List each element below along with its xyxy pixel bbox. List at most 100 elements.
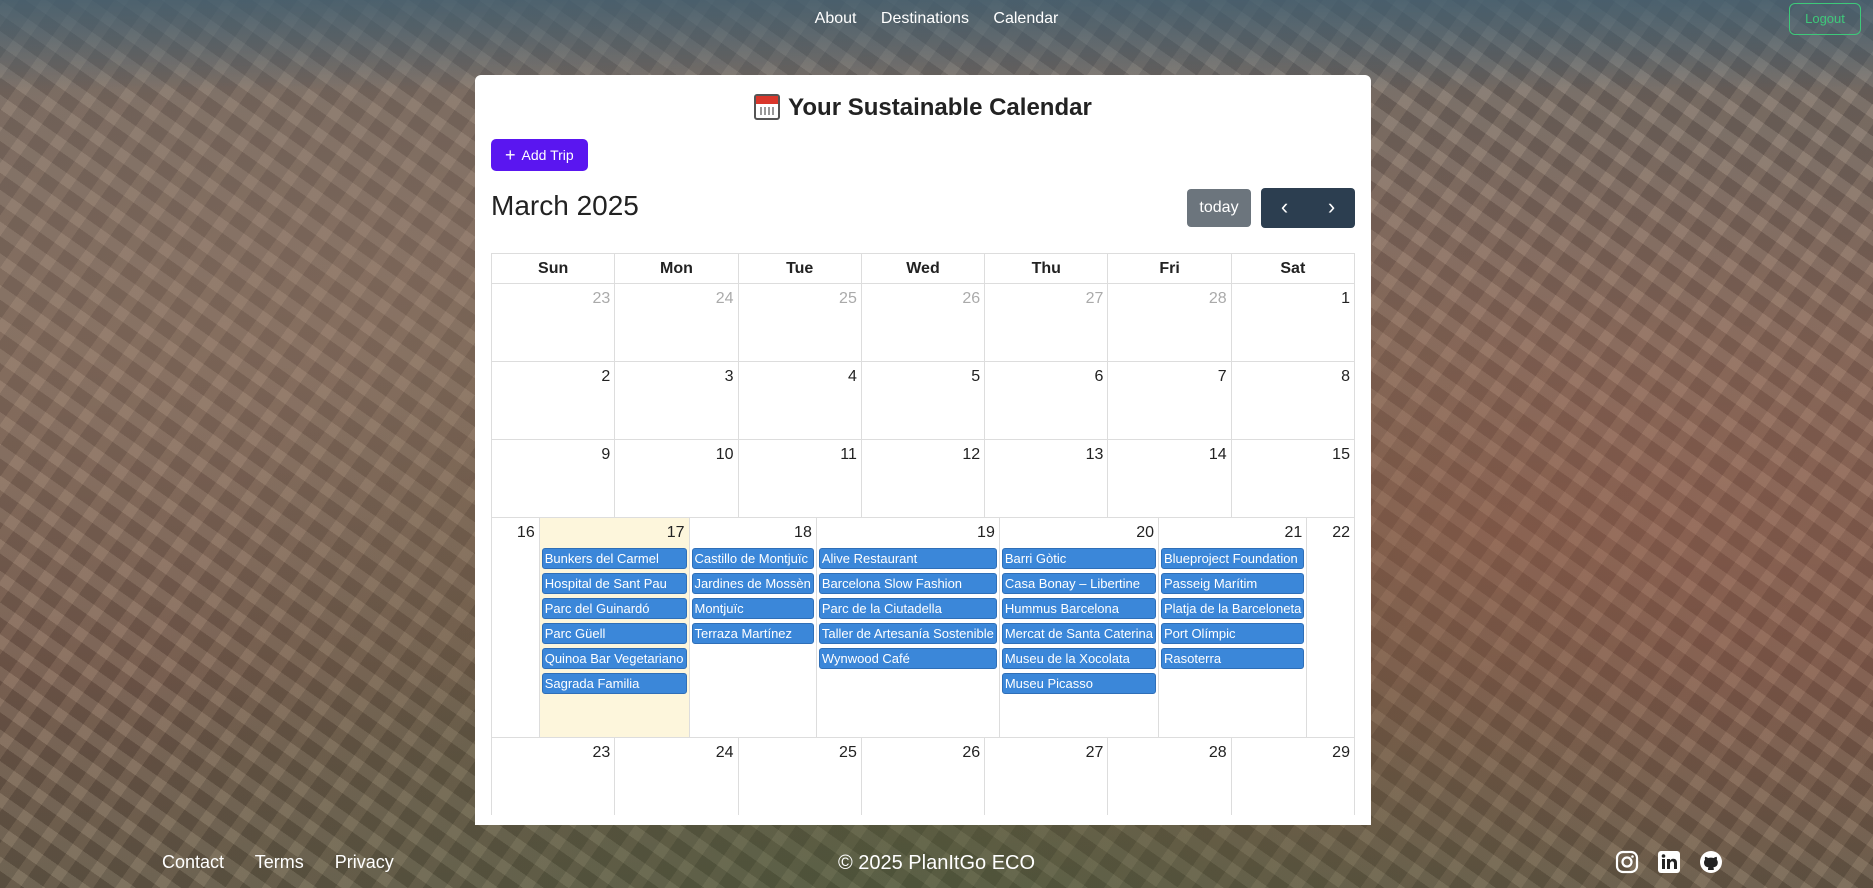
calendar-event[interactable]: Alive Restaurant [818,548,997,569]
calendar-event[interactable]: Rasoterra [1160,648,1305,669]
day-number: 16 [516,524,535,541]
linkedin-icon[interactable] [1657,850,1681,874]
calendar-event[interactable]: Casa Bonay – Libertine [1001,573,1156,594]
day-cell[interactable]: 3 [615,362,739,439]
day-number: 28 [1208,290,1227,307]
nav-about[interactable]: About [815,10,857,27]
instagram-icon[interactable] [1615,850,1639,874]
nav-destinations[interactable]: Destinations [881,10,969,27]
calendar-icon [754,94,781,120]
page-title: Your Sustainable Calendar [475,92,1371,124]
calendar-event[interactable]: Port Olímpic [1160,623,1305,644]
day-cell[interactable]: 28 [1108,284,1232,361]
weekday-wed: Wed [862,254,986,283]
calendar-event[interactable]: Blueproject Foundation [1160,548,1305,569]
calendar-event[interactable]: Taller de Artesanía Sostenible [818,623,997,644]
day-cell[interactable]: 26 [862,738,986,815]
calendar-event[interactable]: Hummus Barcelona [1001,598,1156,619]
month-nav-group: ‹ › [1261,188,1355,228]
calendar-event[interactable]: Bunkers del Carmel [541,548,687,569]
day-cell[interactable]: 20 Barri Gòtic Casa Bonay – Libertine Hummu… [1000,518,1159,737]
day-cell[interactable]: 10 [615,440,739,517]
chevron-right-icon[interactable]: › [1308,188,1355,228]
day-cell[interactable]: 9 [492,440,616,517]
day-cell[interactable]: 15 [1232,440,1354,517]
day-cell[interactable]: 14 [1108,440,1232,517]
chevron-left-icon[interactable]: ‹ [1261,188,1308,228]
github-icon[interactable] [1699,850,1723,874]
day-number: 25 [839,290,857,307]
calendar-event[interactable]: Quinoa Bar Vegetariano [541,648,687,669]
calendar-event[interactable]: Museu de la Xocolata [1001,648,1156,669]
day-cell[interactable]: 25 [739,284,862,361]
day-cell[interactable]: 25 [739,738,862,815]
day-cell[interactable]: 29 [1232,738,1354,815]
day-number: 28 [1208,744,1227,761]
day-number: 18 [794,524,812,541]
calendar-event[interactable]: Passeig Marítim [1160,573,1305,594]
day-cell[interactable]: 18 Castillo de Montjuïc Jardines de Mossèn… [690,518,817,737]
logout-button[interactable]: Logout [1789,3,1861,35]
day-cell[interactable]: 1 [1232,284,1354,361]
copyright: © 2025 PlanItGo ECO [837,852,1036,874]
day-number: 13 [1085,446,1104,463]
calendar-event[interactable]: Hospital de Sant Pau [541,573,687,594]
footer: Contact Terms Privacy © 2025 PlanItGo EC… [0,845,1873,885]
calendar-event[interactable]: Parc de la Ciutadella [818,598,997,619]
week-row: 23 24 25 26 27 28 29 [491,737,1355,815]
day-cell[interactable]: 24 [615,738,739,815]
day-cell[interactable]: 19 Alive Restaurant Barcelona Slow Fashion… [817,518,1000,737]
day-cell[interactable]: 2 [492,362,616,439]
day-cell[interactable]: 26 [862,284,986,361]
day-cell[interactable]: 5 [862,362,986,439]
today-button[interactable]: today [1187,189,1251,227]
day-cell[interactable]: 23 [492,284,616,361]
calendar-event[interactable]: Barri Gòtic [1001,548,1156,569]
day-cell[interactable]: 21 Blueproject Foundation Passeig Marítim P… [1159,518,1308,737]
day-number: 15 [1332,446,1350,463]
day-cell[interactable]: 24 [615,284,739,361]
day-cell[interactable]: 13 [985,440,1109,517]
event-list: Castillo de Montjuïc Jardines de Mossèn Mo… [691,548,814,644]
calendar-event[interactable]: Castillo de Montjuïc [691,548,814,569]
calendar-event[interactable]: Montjuïc [691,598,814,619]
day-cell[interactable]: 23 [492,738,616,815]
weekday-sun: Sun [492,254,616,283]
day-cell[interactable]: 27 [985,738,1109,815]
day-number: 22 [1332,524,1351,541]
calendar-event[interactable]: Mercat de Santa Caterina [1001,623,1156,644]
day-number: 24 [715,744,734,761]
day-number: 23 [592,290,611,307]
add-trip-label: Add Trip [521,147,574,163]
nav-calendar[interactable]: Calendar [993,10,1058,27]
day-cell[interactable]: 8 [1232,362,1354,439]
calendar-event[interactable]: Jardines de Mossèn [691,573,814,594]
weekday-fri: Fri [1108,254,1232,283]
weekday-mon: Mon [615,254,739,283]
day-cell-today[interactable]: 17 Bunkers del Carmel Hospital de Sant Pau… [539,518,690,737]
day-cell[interactable]: 12 [862,440,986,517]
calendar-event[interactable]: Sagrada Familia [541,673,687,694]
calendar-event[interactable]: Barcelona Slow Fashion [818,573,997,594]
day-number: 1 [1341,290,1350,307]
add-trip-button[interactable]: + Add Trip [491,139,588,171]
weekday-header: Sun Mon Tue Wed Thu Fri Sat [491,253,1355,283]
day-cell[interactable]: 6 [985,362,1109,439]
day-cell[interactable]: 27 [985,284,1109,361]
calendar-event[interactable]: Terraza Martínez [691,623,814,644]
day-cell[interactable]: 28 [1108,738,1232,815]
calendar-event[interactable]: Parc Güell [541,623,687,644]
day-cell[interactable]: 22 [1307,518,1354,737]
calendar-event[interactable]: Platja de la Barceloneta [1160,598,1305,619]
calendar-event[interactable]: Museu Picasso [1001,673,1156,694]
day-cell[interactable]: 16 [492,518,540,737]
day-cell[interactable]: 4 [739,362,862,439]
page-title-text: Your Sustainable Calendar [788,94,1092,121]
calendar-event[interactable]: Parc del Guinardó [541,598,687,619]
day-number: 4 [847,368,857,385]
calendar-event[interactable]: Wynwood Café [818,648,997,669]
day-number: 21 [1284,524,1303,541]
day-cell[interactable]: 7 [1108,362,1232,439]
day-cell[interactable]: 11 [739,440,862,517]
day-number: 3 [724,368,734,385]
